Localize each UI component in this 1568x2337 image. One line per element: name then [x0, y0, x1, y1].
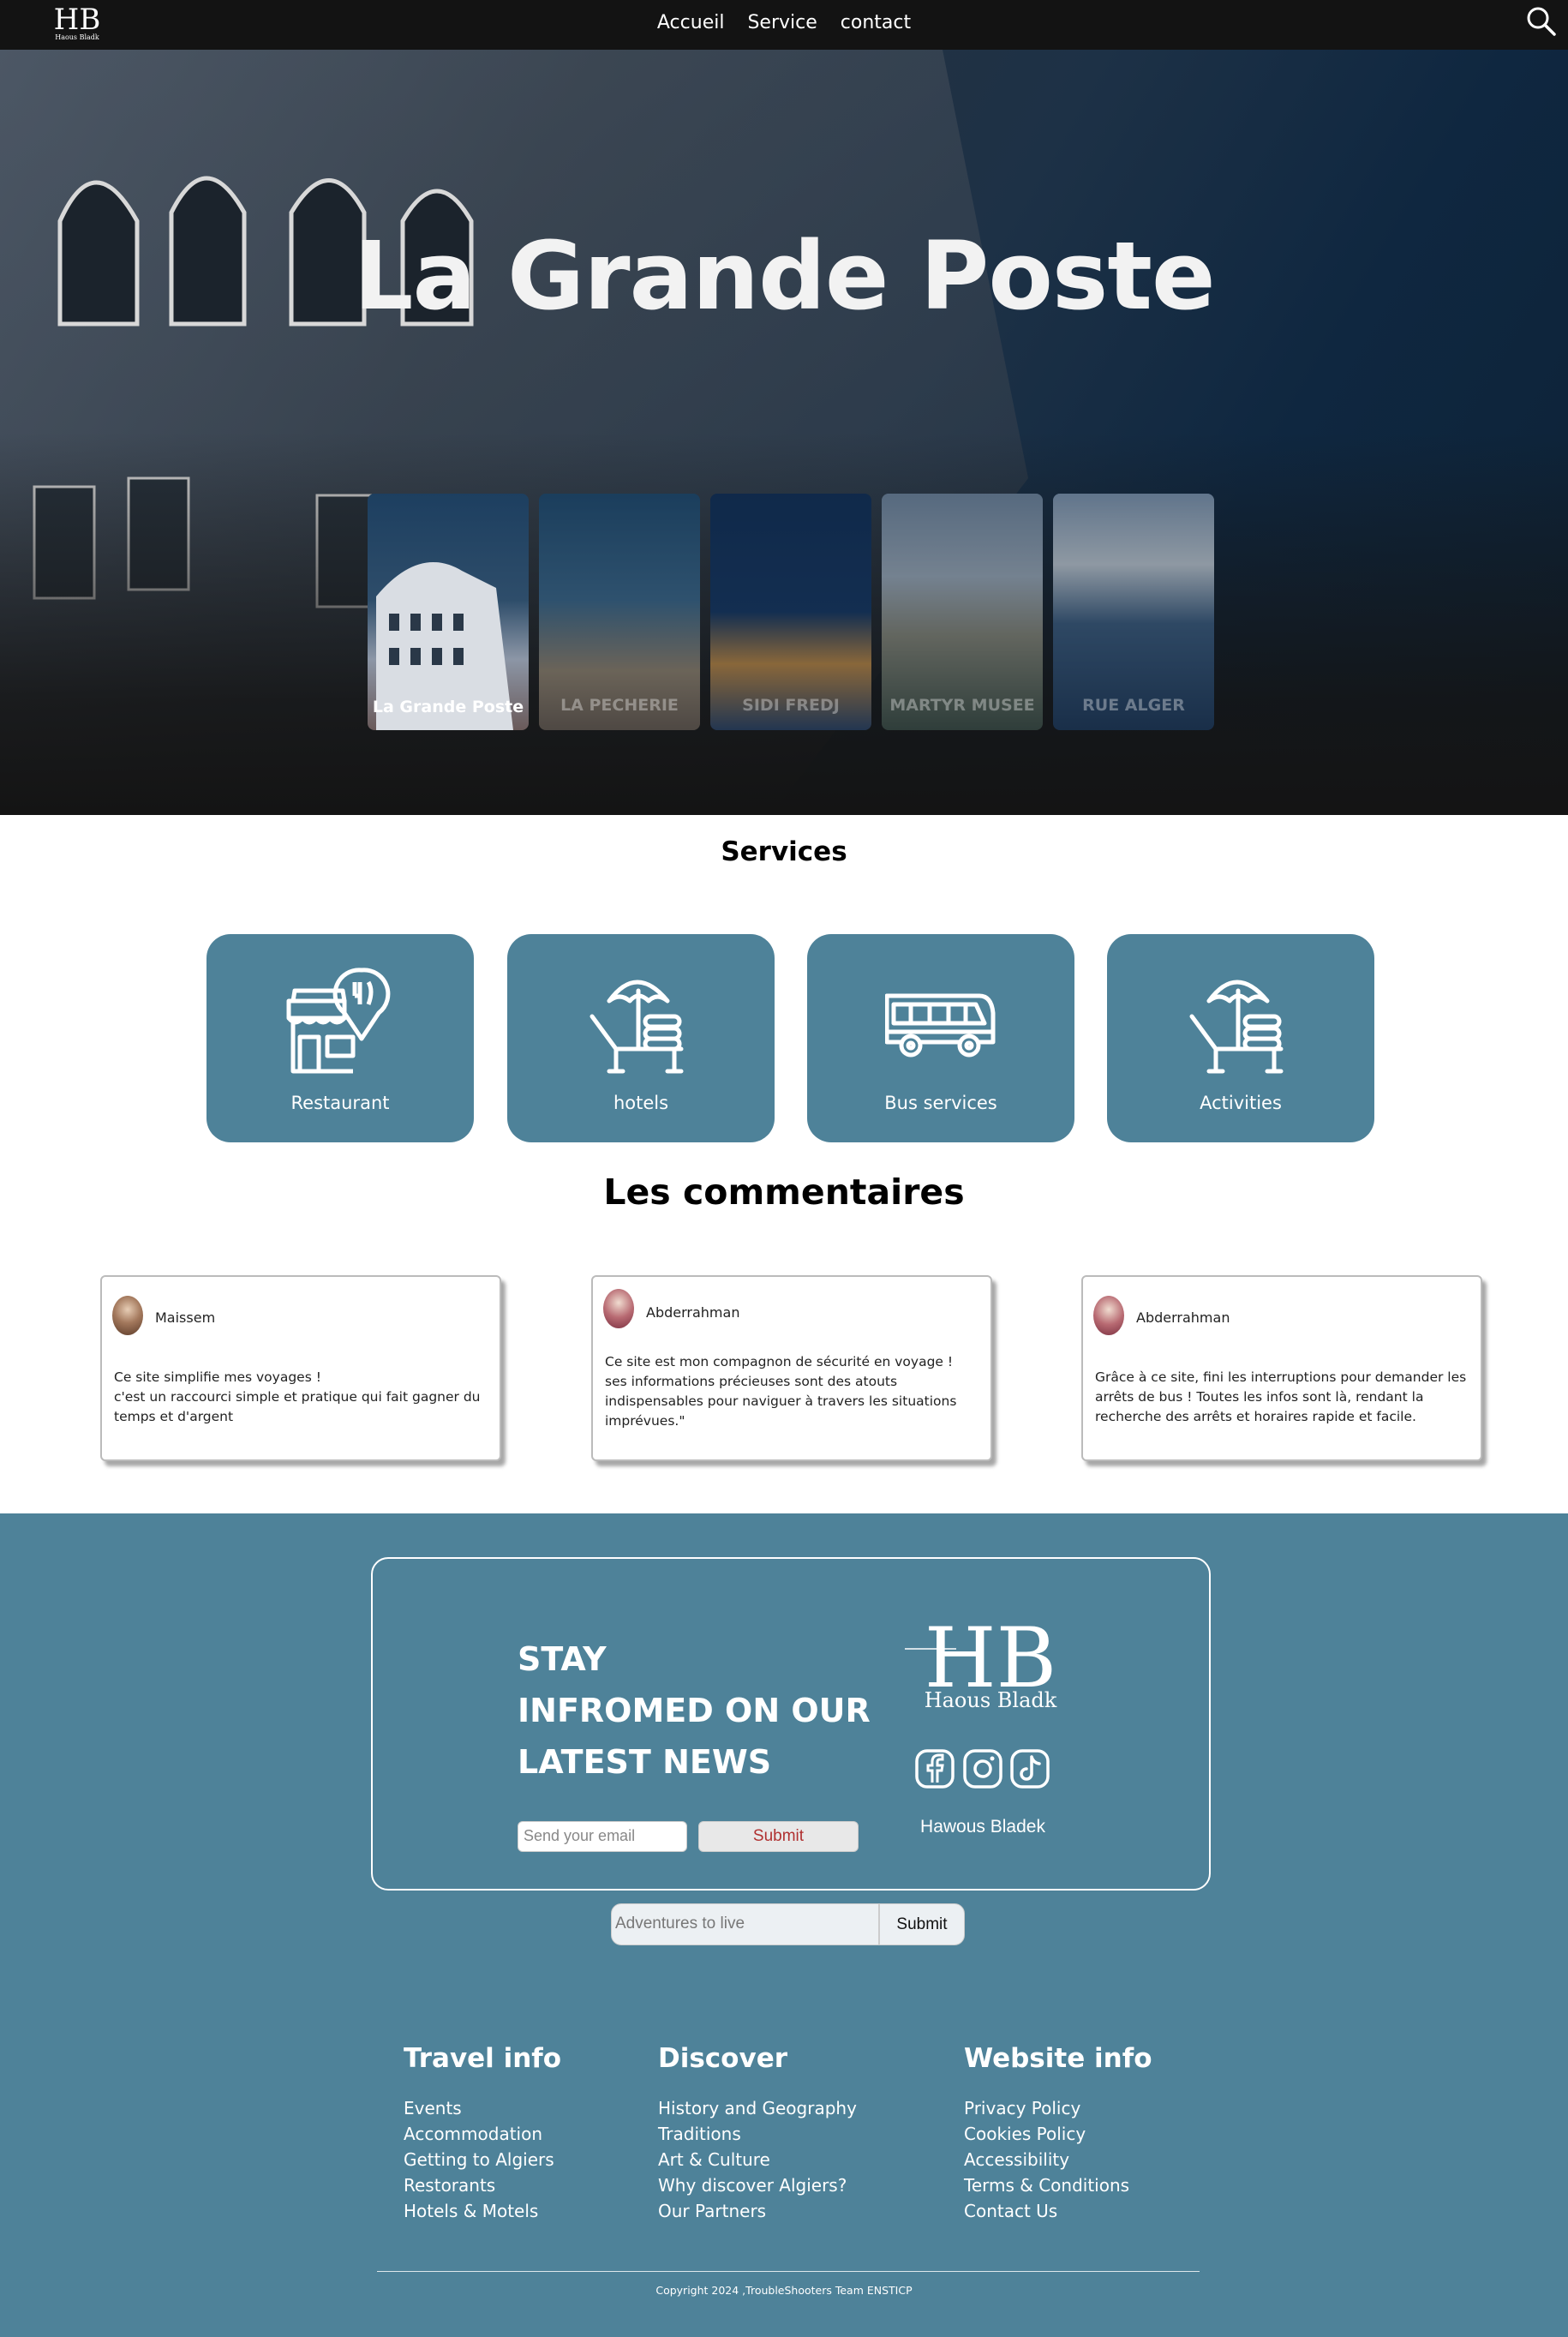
destination-card-label: La Grande Poste [372, 698, 524, 716]
tiktok-icon[interactable] [1009, 1748, 1050, 1789]
footer-link[interactable]: Contact Us [964, 2198, 1152, 2224]
footer-link[interactable]: Our Partners [658, 2198, 857, 2224]
footer-column-title: Website info [964, 2043, 1152, 2074]
destination-card[interactable]: MARTYR MUSEE [882, 494, 1043, 730]
footer-column-travel-info: Travel info Events Accommodation Getting… [404, 2043, 561, 2224]
nav-links: Accueil Service contact [0, 12, 1568, 33]
footer-column-website-info: Website info Privacy Policy Cookies Poli… [964, 2043, 1152, 2224]
footer-link[interactable]: Getting to Algiers [404, 2147, 561, 2172]
bus-icon [885, 993, 996, 1058]
adventure-submit-button[interactable]: Submit [879, 1903, 965, 1945]
service-label: Activities [1200, 1093, 1282, 1113]
comment-card: Maissem Ce site simplifie mes voyages ! … [100, 1275, 501, 1461]
hero-section: La Grande Poste La Grande Poste LA PECHE… [0, 50, 1568, 815]
destination-card[interactable]: SIDI FREDJ [710, 494, 871, 730]
brand-name: Hawous Bladek [920, 1817, 1045, 1837]
comment-author: Abderrahman [646, 1304, 740, 1321]
services-title: Services [721, 836, 847, 867]
destination-card[interactable]: La Grande Poste [368, 494, 529, 730]
haous-bladk-logo: HB Haous Bladk [905, 1610, 1057, 1711]
destination-card[interactable]: LA PECHERIE [539, 494, 700, 730]
footer-link[interactable]: Terms & Conditions [964, 2172, 1152, 2198]
footer-link[interactable]: Accommodation [404, 2121, 561, 2147]
newsletter-submit-button[interactable]: Submit [698, 1821, 859, 1852]
avatar [112, 1296, 143, 1335]
footer-divider [377, 2271, 1200, 2272]
comments-title: Les commentaires [603, 1171, 965, 1213]
logo-sub: Haous Bladk [55, 33, 99, 41]
newsletter-email-input[interactable]: Send your email [518, 1821, 687, 1852]
service-card-bus[interactable]: Bus services [807, 934, 1074, 1142]
service-card-activities[interactable]: Activities [1107, 934, 1374, 1142]
footer-link[interactable]: Why discover Algiers? [658, 2172, 857, 2198]
footer-link[interactable]: Restorants [404, 2172, 561, 2198]
footer-link[interactable]: Art & Culture [658, 2147, 857, 2172]
destination-card-label: RUE ALGER [1082, 696, 1185, 715]
footer-link[interactable]: History and Geography [658, 2095, 857, 2121]
destination-cards: La Grande Poste LA PECHERIE SIDI FREDJ M… [368, 494, 1216, 730]
comment-text: Ce site est mon compagnon de sécurité en… [605, 1354, 957, 1429]
service-card-restaurant[interactable]: Restaurant [206, 934, 474, 1142]
comment-card: Abderrahman Ce site est mon compagnon de… [591, 1275, 992, 1461]
comment-card: Abderrahman Grâce à ce site, fini les in… [1081, 1275, 1482, 1461]
comment-text: Grâce à ce site, fini les interruptions … [1095, 1369, 1467, 1424]
service-label: hotels [613, 1093, 669, 1113]
search-icon[interactable] [1525, 5, 1558, 38]
footer-column-title: Travel info [404, 2043, 562, 2074]
footer-link[interactable]: Traditions [658, 2121, 857, 2147]
beach-chair-icon [589, 980, 684, 1074]
adventure-input[interactable]: Adventures to live [611, 1903, 879, 1945]
nav-link-service[interactable]: Service [747, 12, 817, 33]
comment-text: Ce site simplifie mes voyages ! c'est un… [114, 1369, 481, 1424]
destination-card-label: MARTYR MUSEE [889, 696, 1035, 715]
service-label: Restaurant [290, 1093, 390, 1113]
newsletter-title: STAY INFROMED ON OUR LATEST NEWS [518, 1633, 877, 1788]
destination-card-label: SIDI FREDJ [742, 696, 840, 715]
footer-link[interactable]: Cookies Policy [964, 2121, 1152, 2147]
destination-card[interactable]: RUE ALGER [1053, 494, 1214, 730]
facebook-icon[interactable] [914, 1748, 955, 1789]
instagram-icon[interactable] [962, 1748, 1003, 1789]
top-nav: HB Haous Bladk Accueil Service contact [0, 0, 1568, 50]
service-card-hotels[interactable]: hotels [507, 934, 775, 1142]
comment-author: Abderrahman [1136, 1309, 1230, 1326]
nav-link-accueil[interactable]: Accueil [657, 12, 725, 33]
footer-link[interactable]: Privacy Policy [964, 2095, 1152, 2121]
newsletter-title-line: LATEST NEWS [518, 1743, 772, 1781]
brand-logo-sub: Haous Bladk [925, 1688, 1057, 1711]
beach-chair-icon [1189, 980, 1284, 1074]
footer-column-discover: Discover History and Geography Tradition… [658, 2043, 857, 2224]
comment-author: Maissem [155, 1309, 216, 1326]
avatar [1093, 1296, 1124, 1335]
newsletter-title-line: INFROMED ON OUR [518, 1692, 871, 1729]
footer-link[interactable]: Events [404, 2095, 561, 2121]
restaurant-icon [286, 968, 391, 1074]
destination-card-label: LA PECHERIE [560, 696, 679, 715]
hero-title: La Grande Poste [353, 221, 1215, 331]
service-label: Bus services [884, 1093, 997, 1113]
avatar [603, 1289, 634, 1328]
newsletter-title-line: STAY [518, 1640, 607, 1678]
footer-link[interactable]: Accessibility [964, 2147, 1152, 2172]
footer-column-title: Discover [658, 2043, 788, 2074]
footer-link[interactable]: Hotels & Motels [404, 2198, 561, 2224]
nav-link-contact[interactable]: contact [841, 12, 911, 33]
copyright: Copyright 2024 ,TroubleShooters Team ENS… [655, 2284, 913, 2297]
